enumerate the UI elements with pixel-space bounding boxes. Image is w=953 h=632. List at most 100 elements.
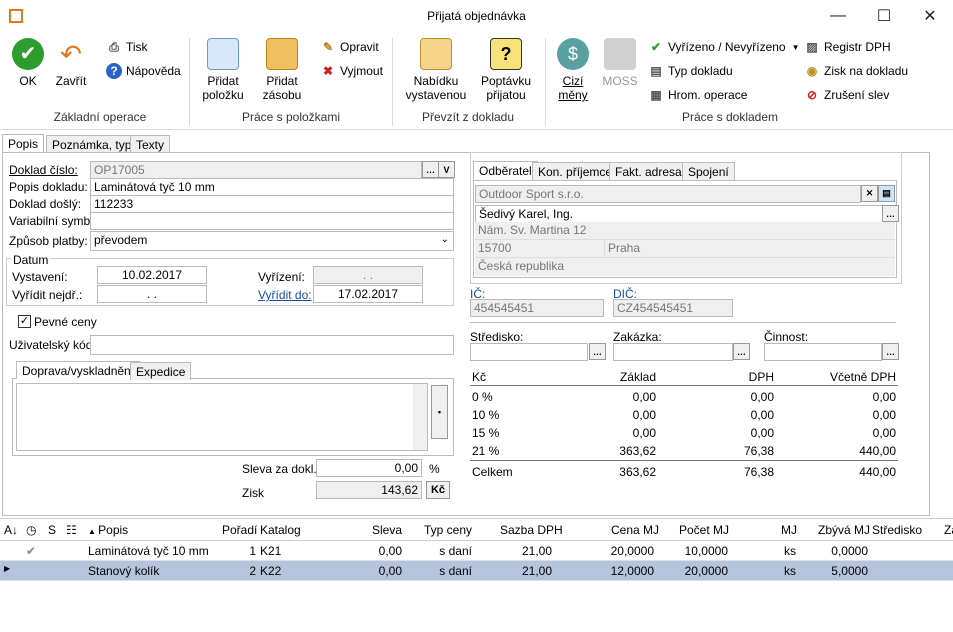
profit-ribbon-label: Zisk na dokladu bbox=[824, 64, 909, 78]
activity-field[interactable] bbox=[764, 343, 882, 361]
close-doc-button[interactable]: ↶ Zavřít bbox=[50, 38, 92, 88]
person-more-button[interactable]: … bbox=[882, 205, 899, 222]
settle-field[interactable]: . . bbox=[313, 266, 423, 284]
table-cell: Stanový kolík bbox=[88, 564, 160, 578]
col-katalog[interactable]: Katalog bbox=[260, 523, 301, 537]
textarea-menu-button[interactable]: • bbox=[431, 385, 448, 439]
discount-unit: % bbox=[429, 462, 440, 476]
sort-icon[interactable]: A↓ bbox=[4, 523, 18, 537]
activity-more-button[interactable]: … bbox=[882, 343, 899, 360]
country-field[interactable]: Česká republika bbox=[475, 258, 895, 276]
subtab-expedition[interactable]: Expedice bbox=[130, 362, 192, 380]
doc-no-field[interactable]: OP17005 bbox=[90, 161, 422, 179]
minimize-button[interactable]: — bbox=[815, 0, 861, 32]
edit-button[interactable]: ✎ Opravit bbox=[320, 37, 379, 57]
print-label: Tisk bbox=[126, 40, 148, 54]
zip-field[interactable]: 15700 bbox=[475, 240, 605, 258]
table-cell: s daní bbox=[439, 564, 472, 578]
col-s[interactable]: S bbox=[48, 523, 56, 537]
center-more-button[interactable]: … bbox=[589, 343, 606, 360]
currency-button[interactable]: $ Cizí měny bbox=[552, 38, 594, 102]
table-row[interactable]: ✔ Laminátová tyč 10 mm 1 K21 0,00 s daní 21,00… bbox=[0, 541, 953, 561]
tab-invoice-address[interactable]: Fakt. adresa bbox=[609, 162, 688, 180]
tab-recipient[interactable]: Kon. příjemce bbox=[532, 162, 619, 180]
add-stock-label: Přidat zásobu bbox=[262, 74, 302, 102]
vs-field[interactable] bbox=[90, 212, 454, 230]
cancel-discount-button[interactable]: ⊘ Zrušení slev bbox=[804, 85, 889, 105]
issued-field[interactable]: 10.02.2017 bbox=[97, 266, 207, 284]
tab-connection[interactable]: Spojení bbox=[682, 162, 735, 180]
vat-cell: 0 % bbox=[472, 390, 493, 404]
add-stock-button[interactable]: Přidat zásobu bbox=[254, 38, 310, 102]
ic-field[interactable]: 454545451 bbox=[470, 299, 604, 317]
handshake-icon bbox=[420, 38, 452, 70]
textarea-scrollbar[interactable] bbox=[413, 384, 427, 450]
settled-button[interactable]: ✔ Vyřízeno / Nevyřízeno ▼ bbox=[648, 37, 800, 57]
vat-register-button[interactable]: ▨ Registr DPH bbox=[804, 37, 890, 57]
tab-popis[interactable]: Popis bbox=[2, 134, 45, 152]
transport-textarea[interactable] bbox=[16, 383, 428, 451]
order-field[interactable] bbox=[613, 343, 733, 361]
moss-button[interactable]: MOSS bbox=[600, 38, 640, 88]
inquiry-button[interactable]: ? Poptávku přijatou bbox=[474, 38, 538, 102]
add-item-button[interactable]: Přidat položku bbox=[196, 38, 250, 102]
col-typ-ceny[interactable]: Typ ceny bbox=[424, 523, 472, 537]
settle-by-field[interactable]: 17.02.2017 bbox=[313, 285, 423, 303]
bulk-button[interactable]: ▦ Hrom. operace bbox=[648, 85, 747, 105]
person-field[interactable]: Šedivý Karel, Ing. bbox=[475, 205, 883, 223]
profit-button[interactable]: ◉ Zisk na dokladu bbox=[804, 61, 908, 81]
col-poradi[interactable]: Pořadí bbox=[222, 523, 257, 537]
items-grid: A↓ ◷ S ☷ ▲ Popis Pořadí Katalog Sleva Ty… bbox=[0, 518, 953, 632]
company-field[interactable]: Outdoor Sport s.r.o. bbox=[475, 185, 861, 203]
settle-by-link[interactable]: Vyřídit do: bbox=[258, 288, 312, 302]
col-mj[interactable]: MJ bbox=[781, 523, 797, 537]
doc-no-dropdown-button[interactable]: V bbox=[438, 161, 455, 178]
vat-cell: 21 % bbox=[472, 444, 500, 458]
moss-label: MOSS bbox=[602, 74, 638, 88]
col-popis[interactable]: ▲ Popis bbox=[88, 523, 128, 537]
col-zbyva[interactable]: Zbývá MJ bbox=[818, 523, 870, 537]
edit-icon: ✎ bbox=[322, 40, 334, 54]
partner-address-book-button[interactable]: ▤ bbox=[878, 185, 895, 202]
street-field[interactable]: Nám. Sv. Martina 12 bbox=[475, 222, 895, 240]
user-code-field[interactable] bbox=[90, 335, 454, 355]
desc-field[interactable]: Laminátová tyč 10 mm bbox=[90, 178, 454, 196]
tab-customer[interactable]: Odběratel bbox=[473, 161, 538, 179]
profit-currency-button[interactable]: Kč bbox=[426, 481, 450, 499]
table-cell: 2 bbox=[249, 564, 256, 578]
pay-select[interactable]: převodem ⌄ bbox=[90, 231, 454, 251]
print-button[interactable]: ⎙ Tisk bbox=[106, 37, 148, 57]
group-label-doc: Práce s dokladem bbox=[681, 110, 779, 124]
vat-table: Kč Základ DPH Včetně DPH 0 % 0,00 0,00 0,00… bbox=[470, 368, 898, 486]
dic-field[interactable]: CZ454545451 bbox=[613, 299, 733, 317]
doc-no-more-button[interactable]: … bbox=[422, 161, 439, 178]
clear-partner-button[interactable]: ✕ bbox=[861, 185, 878, 202]
col-pocet[interactable]: Počet MJ bbox=[679, 523, 729, 537]
help-button[interactable]: ? Nápověda bbox=[106, 61, 181, 81]
col-stredisko[interactable]: Středisko bbox=[872, 523, 922, 537]
subtab-transport[interactable]: Doprava/vyskladnění bbox=[16, 361, 141, 379]
fixed-prices-checkbox[interactable]: ✓ bbox=[18, 315, 31, 328]
vat-cell: 0,00 bbox=[872, 408, 896, 422]
tab-note[interactable]: Poznámka, typ bbox=[46, 135, 138, 153]
discount-field[interactable]: 0,00 bbox=[316, 459, 422, 477]
col-za[interactable]: Za bbox=[944, 523, 953, 537]
due-field[interactable]: . . bbox=[97, 285, 207, 303]
order-more-button[interactable]: … bbox=[733, 343, 750, 360]
ok-button[interactable]: ✔ OK bbox=[8, 38, 48, 88]
col-sazba[interactable]: Sazba DPH bbox=[500, 523, 563, 537]
offer-button[interactable]: Nabídku vystavenou bbox=[400, 38, 472, 102]
col-sleva[interactable]: Sleva bbox=[372, 523, 402, 537]
tree-icon: ☷ bbox=[66, 523, 77, 537]
cut-button[interactable]: ✖ Vyjmout bbox=[320, 61, 383, 81]
tab-texts[interactable]: Texty bbox=[130, 135, 171, 153]
city-field[interactable]: Praha bbox=[605, 240, 895, 258]
vat-cell: 0,00 bbox=[872, 390, 896, 404]
close-button[interactable]: ✕ bbox=[907, 0, 953, 32]
maximize-button[interactable]: ☐ bbox=[861, 0, 907, 32]
col-cena[interactable]: Cena MJ bbox=[611, 523, 659, 537]
recv-field[interactable]: 112233 bbox=[90, 195, 454, 213]
doctype-button[interactable]: ▤ Typ dokladu bbox=[648, 61, 732, 81]
center-field[interactable] bbox=[470, 343, 588, 361]
table-row[interactable]: ▶ Stanový kolík 2 K22 0,00 s daní 21,00 12,0000… bbox=[0, 561, 953, 581]
